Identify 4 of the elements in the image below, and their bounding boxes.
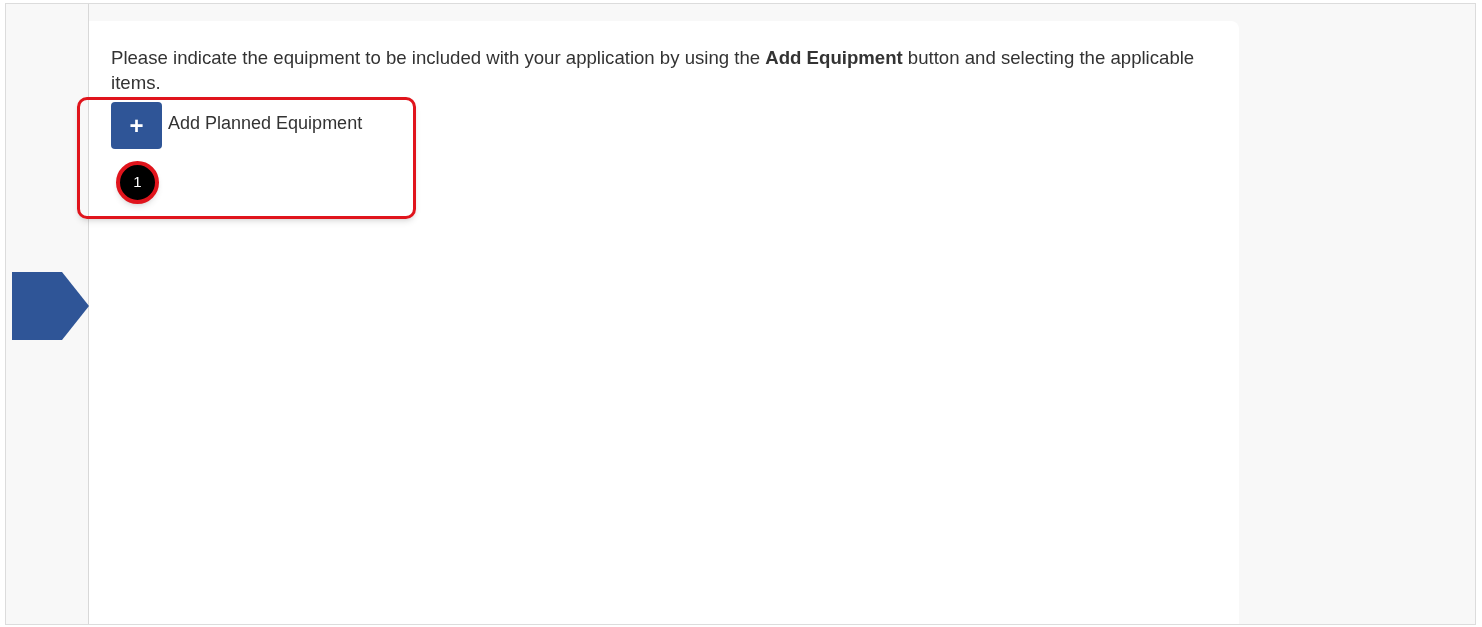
add-button[interactable]: + bbox=[111, 102, 162, 149]
callout-number: 1 bbox=[116, 161, 159, 204]
instructions-text: Please indicate the equipment to be included with your application by using the Add Equipment button and selecting the applicable items. bbox=[111, 46, 1196, 95]
add-planned-equipment-label[interactable]: Add Planned Equipment bbox=[168, 110, 363, 136]
